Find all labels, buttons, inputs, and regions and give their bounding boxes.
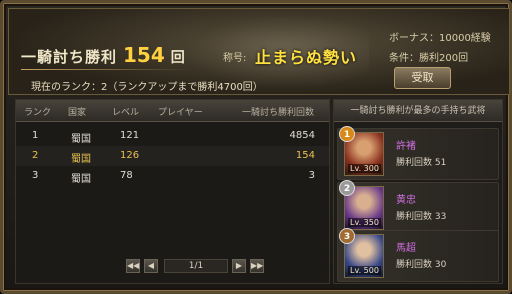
row-wins: 154: [295, 150, 315, 161]
title-unit: 回: [170, 50, 185, 66]
top-generals-panel: 一騎討ち勝利が最多の手持ち武将 1 Lv. 300 許褚 勝利回数 51 2 L…: [333, 99, 503, 284]
general-level: Lv. 500: [348, 266, 381, 275]
header-player: プレイヤー: [158, 108, 203, 118]
row-wins: 3: [308, 170, 315, 181]
row-country: 蜀国: [71, 154, 91, 165]
general-card[interactable]: 1 Lv. 300 許褚 勝利回数 51: [337, 126, 499, 180]
pagination: ◀◀ ◀ 1/1 ▶ ▶▶: [126, 258, 268, 274]
table-row[interactable]: 1 蜀国 121 4854: [16, 126, 329, 146]
win-count: 154: [123, 43, 165, 67]
prev-page-button[interactable]: ◀: [144, 259, 158, 273]
header-country: 国家: [68, 108, 87, 118]
achievement-title: 一騎討ち勝利 154 回: [21, 43, 185, 67]
header-wins: 一騎討ち勝利回数: [242, 108, 315, 118]
next-page-button[interactable]: ▶: [232, 259, 246, 273]
row-level: 78: [120, 170, 133, 181]
general-wins: 勝利回数 30: [396, 260, 447, 270]
rank-medal-icon: 3: [339, 228, 355, 244]
general-name: 許褚: [396, 141, 416, 152]
title-banner: 一騎討ち勝利 154 回 現在のランク：2（ランクアップまで勝利4700回） 称…: [8, 8, 510, 95]
general-card[interactable]: 3 Lv. 500 馬超 勝利回数 30: [337, 228, 499, 282]
header-rank: ランク: [24, 108, 52, 118]
general-wins: 勝利回数 33: [396, 212, 447, 222]
rank-medal-icon: 1: [339, 126, 355, 142]
table-row[interactable]: 3 蜀国 78 3: [16, 166, 329, 186]
general-name: 黄忠: [396, 195, 416, 206]
table-row[interactable]: 2 蜀国 126 154: [16, 146, 329, 166]
table-header: ランク 国家 レベル プレイヤー 一騎討ち勝利回数: [16, 100, 329, 122]
row-rank: 1: [32, 130, 39, 141]
title-prefix: 一騎討ち勝利: [21, 48, 118, 66]
ranking-table: ランク 国家 レベル プレイヤー 一騎討ち勝利回数 1 蜀国 121 4854 …: [15, 99, 330, 284]
nickname-label: 称号:: [223, 53, 247, 64]
current-rank-text: 現在のランク：2（ランクアップまで勝利4700回）: [31, 82, 263, 93]
row-rank: 2: [32, 150, 39, 161]
general-card[interactable]: 2 Lv. 350 黄忠 勝利回数 33: [337, 180, 499, 234]
title-underline: [21, 69, 191, 70]
general-name: 馬超: [396, 243, 416, 254]
row-wins: 4854: [289, 130, 315, 141]
last-page-button[interactable]: ▶▶: [250, 259, 264, 273]
receive-button[interactable]: 受取: [394, 67, 451, 89]
duel-ranking-window: 一騎討ち勝利 154 回 現在のランク：2（ランクアップまで勝利4700回） 称…: [0, 0, 512, 294]
general-level: Lv. 350: [348, 218, 381, 227]
condition-text: 条件：勝利200回: [389, 53, 469, 64]
top-generals-header: 一騎討ち勝利が最多の手持ち武将: [334, 100, 502, 122]
row-rank: 3: [32, 170, 39, 181]
general-wins: 勝利回数 51: [396, 158, 447, 168]
general-level: Lv. 300: [348, 164, 381, 173]
row-level: 121: [120, 130, 140, 141]
nickname-value: 止まらぬ勢い: [255, 48, 358, 67]
header-level: レベル: [112, 108, 140, 118]
first-page-button[interactable]: ◀◀: [126, 259, 140, 273]
row-level: 126: [120, 150, 140, 161]
bonus-text: ボーナス：10000経験: [389, 33, 491, 44]
row-country: 蜀国: [71, 174, 91, 185]
page-indicator: 1/1: [164, 259, 228, 273]
rank-medal-icon: 2: [339, 180, 355, 196]
row-country: 蜀国: [71, 134, 91, 145]
